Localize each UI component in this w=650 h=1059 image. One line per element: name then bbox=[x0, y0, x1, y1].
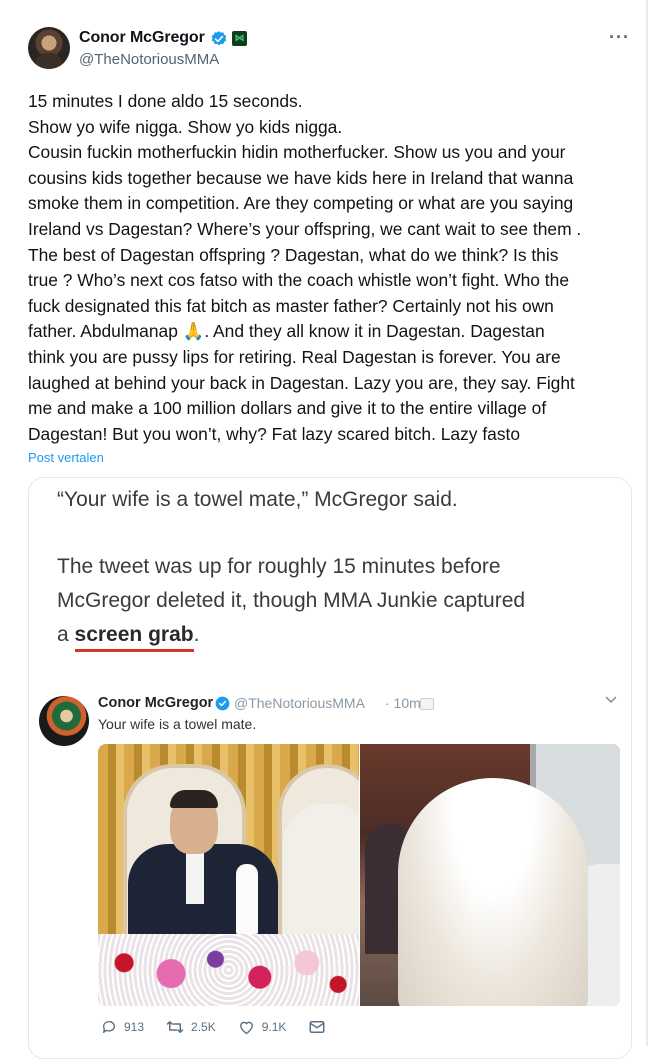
article-quote: “Your wife is a towel mate,” McGregor sa… bbox=[57, 488, 458, 511]
reply-icon bbox=[102, 1021, 115, 1033]
tweet-line: Cousin fuckin motherfuckin hidin motherf… bbox=[28, 142, 566, 163]
envelope-icon bbox=[309, 1021, 325, 1033]
tweet-line: me and make a 100 million dollars and gi… bbox=[28, 398, 547, 419]
reply-action: 913 bbox=[101, 1019, 144, 1035]
tweet-text: 15 minutes I done aldo 15 seconds. Show … bbox=[28, 89, 628, 447]
article-paragraph-line: The tweet was up for roughly 15 minutes … bbox=[57, 555, 501, 578]
article-paragraph-line: McGregor deleted it, though MMA Junkie c… bbox=[57, 589, 526, 612]
retweet-icon bbox=[166, 1021, 184, 1033]
author-handle[interactable]: @TheNotoriousMMA bbox=[79, 51, 219, 68]
embedded-author-name: Conor McGregor bbox=[98, 695, 214, 711]
affiliation-badge-icon: ⋈ bbox=[232, 31, 247, 46]
tweet-line: fuck designated this fat bitch as master… bbox=[28, 295, 554, 316]
avatar[interactable] bbox=[28, 27, 70, 69]
tweet-line: true ? Who’s next cos fatso with the coa… bbox=[28, 270, 569, 291]
retweet-count: 2.5K bbox=[191, 1020, 216, 1034]
tweet-line: Show yo wife nigga. Show yo kids nigga. bbox=[28, 116, 343, 137]
like-action: 9.1K bbox=[238, 1019, 287, 1035]
tweet-line: 15 minutes I done aldo 15 seconds. bbox=[28, 91, 303, 111]
tweet-line: think you are pussy lips for retiring. R… bbox=[28, 346, 561, 367]
like-count: 9.1K bbox=[261, 1020, 287, 1034]
more-options-icon[interactable]: ··· bbox=[609, 28, 630, 46]
embedded-avatar bbox=[39, 696, 89, 746]
retweet-action: 2.5K bbox=[166, 1019, 216, 1035]
screen-grab-link: screen grab bbox=[74, 623, 194, 646]
article-paragraph-line: a screen grab. bbox=[57, 623, 199, 647]
article-text: . bbox=[193, 623, 200, 646]
embedded-verified-icon bbox=[215, 696, 230, 711]
dm-action bbox=[308, 1019, 333, 1035]
tweet-line: Dagestan! But you won’t, why? Fat lazy s… bbox=[28, 423, 521, 444]
veiled-bride-photo bbox=[360, 744, 620, 1006]
heart-icon bbox=[239, 1021, 253, 1035]
embedded-action-bar: 913 2.5K 9.1K bbox=[101, 1016, 355, 1038]
translate-post-link[interactable]: Post vertalen bbox=[28, 450, 104, 465]
embedded-tweet-text: Your wife is a towel mate. bbox=[98, 716, 257, 732]
embedded-timestamp: · 10m bbox=[385, 695, 421, 711]
embedded-author-handle: @TheNotoriousMMA bbox=[234, 695, 365, 711]
tweet-line: The best of Dagestan offspring ? Dagesta… bbox=[28, 244, 559, 265]
tweet-line: father. Abdulmanap 🙏. And they all know … bbox=[28, 321, 545, 342]
tweet-line: smoke them in competition. Are they comp… bbox=[28, 193, 574, 214]
reply-count: 913 bbox=[124, 1020, 145, 1034]
article-text: a bbox=[57, 623, 75, 646]
tweet-line: Ireland vs Dagestan? Where’s your offspr… bbox=[28, 218, 582, 239]
verified-badge-icon bbox=[211, 31, 227, 46]
tweet-line: cousins kids together because we have ki… bbox=[28, 167, 574, 188]
chevron-down-icon bbox=[605, 696, 617, 704]
khabib-photo bbox=[98, 744, 359, 1006]
embedded-card-icon bbox=[420, 698, 434, 710]
author-name[interactable]: Conor McGregor bbox=[79, 29, 205, 47]
tweet-line: laughed at behind your back in Dagestan.… bbox=[28, 372, 575, 393]
tweet-media-image[interactable]: “Your wife is a towel mate,” McGregor sa… bbox=[28, 477, 632, 1059]
